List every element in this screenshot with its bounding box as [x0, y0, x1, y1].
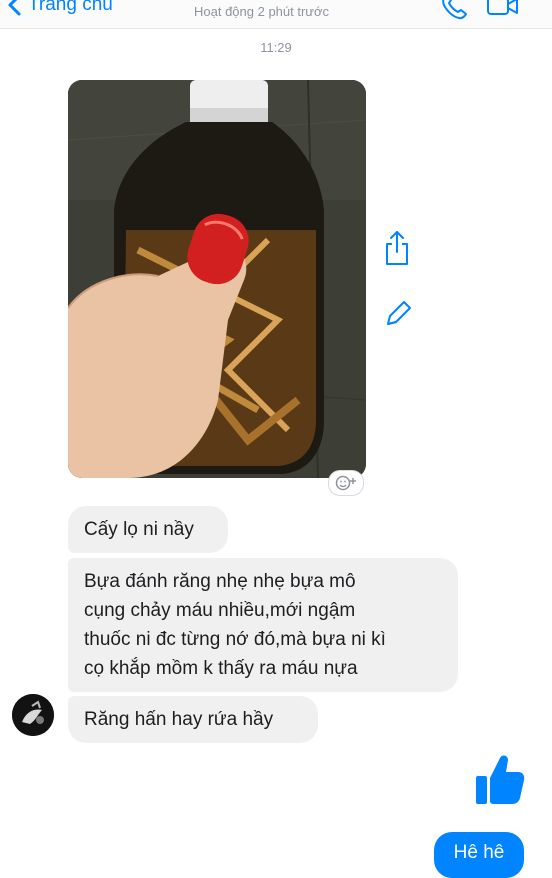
add-reaction-icon [335, 475, 356, 491]
received-message[interactable]: Cấy lọ ni nầy [68, 506, 228, 553]
back-label: Trang chủ [28, 0, 113, 15]
share-icon[interactable] [384, 230, 410, 266]
message-text-line: cụng chảy máu nhiều,mới ngậm [84, 600, 356, 621]
bottle-photo [68, 80, 366, 478]
sent-message[interactable]: Hê hê [434, 832, 524, 878]
message-text: Cấy lọ ni nầy [84, 519, 194, 540]
chevron-left-icon [8, 0, 21, 16]
message-text: Hê hê [453, 842, 505, 863]
thumbs-up-icon[interactable] [470, 752, 526, 808]
contact-avatar[interactable] [12, 694, 54, 736]
video-camera-icon[interactable] [486, 0, 520, 18]
message-text: Răng hấn hay rứa hầy [84, 709, 274, 730]
conversation-header: Trang chủ Hoạt động 2 phút trước [0, 0, 552, 29]
message-text-line: Bựa đánh răng nhẹ nhẹ bựa mô [84, 571, 356, 592]
message-text-line: cọ khắp mồm k thấy ra máu nựa [84, 658, 358, 679]
message-timestamp: 11:29 [260, 40, 292, 55]
avatar-image [12, 694, 54, 736]
add-reaction-button[interactable] [328, 470, 364, 496]
received-message[interactable]: Răng hấn hay rứa hầy [68, 696, 318, 743]
photo-message[interactable] [68, 80, 366, 478]
received-message[interactable]: Bựa đánh răng nhẹ nhẹ bựa mô cụng chảy m… [68, 558, 458, 692]
edit-icon[interactable] [384, 298, 412, 330]
message-text-line: thuốc ni đc từng nớ đó,mà bựa ni kì [84, 629, 386, 650]
phone-icon[interactable] [440, 0, 468, 20]
active-status: Hoạt động 2 phút trước [194, 4, 330, 19]
back-button[interactable]: Trang chủ [6, 0, 113, 20]
